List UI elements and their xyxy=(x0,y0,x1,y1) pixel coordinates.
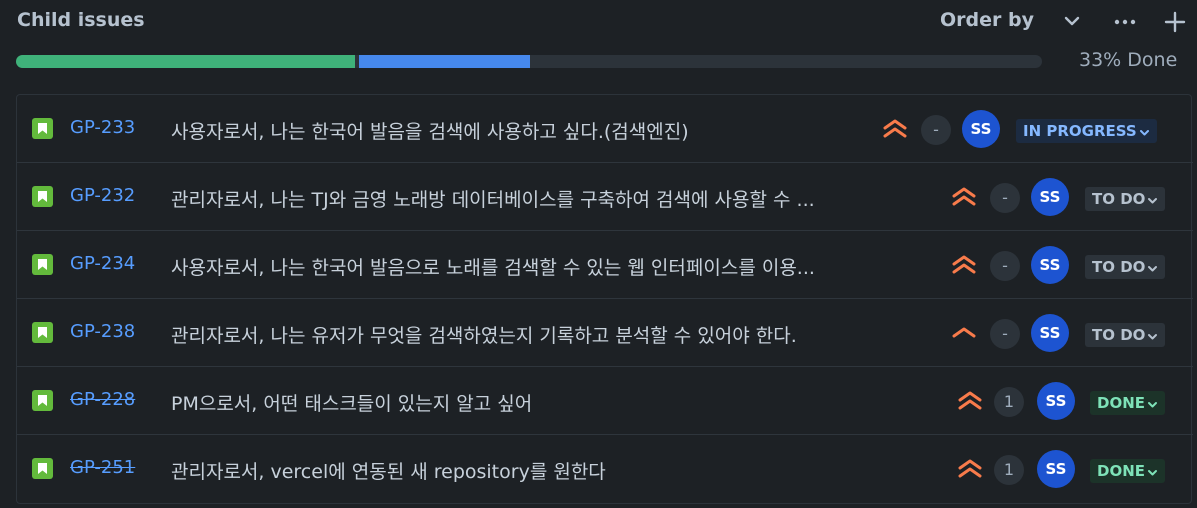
issue-summary[interactable]: PM으로서, 어떤 태스크들이 있는지 알고 싶어 xyxy=(171,389,532,416)
issue-key-link[interactable]: GP-234 xyxy=(70,253,135,274)
progress-bar xyxy=(16,55,1042,68)
story-points-badge[interactable]: 1 xyxy=(994,455,1024,485)
issue-key-link[interactable]: GP-228 xyxy=(70,389,135,410)
status-dropdown[interactable]: TO DO xyxy=(1085,187,1166,212)
issue-summary[interactable]: 사용자로서, 나는 한국어 발음으로 노래를 검색할 수 있는 웹 인터페이스를… xyxy=(171,253,815,280)
story-icon xyxy=(32,322,53,343)
chevron-down-icon xyxy=(1139,120,1150,144)
issue-summary[interactable]: 관리자로서, vercel에 연동된 새 repository를 원한다 xyxy=(171,457,606,484)
priority-high-icon xyxy=(951,252,977,276)
story-icon xyxy=(32,186,53,207)
chevron-down-icon xyxy=(1147,256,1158,280)
status-dropdown[interactable]: TO DO xyxy=(1085,323,1166,348)
issue-key-link[interactable]: GP-251 xyxy=(70,457,135,478)
status-dropdown[interactable]: TO DO xyxy=(1085,255,1166,280)
status-label: TO DO xyxy=(1092,326,1146,344)
issue-row[interactable]: GP-234 사용자로서, 나는 한국어 발음으로 노래를 검색할 수 있는 웹 … xyxy=(17,231,1193,299)
chevron-down-icon xyxy=(1147,324,1158,348)
child-issues-header: Child issues Order by xyxy=(0,0,1197,46)
assignee-avatar[interactable]: SS xyxy=(1037,382,1075,420)
status-label: IN PROGRESS xyxy=(1023,122,1137,140)
section-title: Child issues xyxy=(17,9,145,31)
priority-medium-icon xyxy=(951,320,977,344)
chevron-down-icon xyxy=(1147,392,1158,416)
progress-done-segment xyxy=(16,55,355,68)
issue-row[interactable]: GP-232 관리자로서, 나는 TJ와 금영 노래방 데이터베이스를 구축하여 … xyxy=(17,163,1193,231)
assignee-avatar[interactable]: SS xyxy=(962,110,1000,148)
assignee-avatar[interactable]: SS xyxy=(1031,178,1069,216)
issue-row[interactable]: GP-251 관리자로서, vercel에 연동된 새 repository를 원… xyxy=(17,435,1193,503)
issue-row[interactable]: GP-233 사용자로서, 나는 한국어 발음을 검색에 사용하고 싶다.(검색엔… xyxy=(17,95,1193,163)
progress-in-progress-segment xyxy=(359,55,530,68)
issue-key-link[interactable]: GP-238 xyxy=(70,321,135,342)
plus-icon[interactable] xyxy=(1164,11,1186,33)
priority-high-icon xyxy=(957,388,983,412)
status-label: DONE xyxy=(1097,394,1146,412)
issue-summary[interactable]: 관리자로서, 나는 유저가 무엇을 검색하였는지 기록하고 분석할 수 있어야 … xyxy=(171,321,797,348)
assignee-avatar[interactable]: SS xyxy=(1031,246,1069,284)
issue-summary[interactable]: 사용자로서, 나는 한국어 발음을 검색에 사용하고 싶다.(검색엔진) xyxy=(171,117,689,144)
chevron-down-icon[interactable] xyxy=(1063,15,1081,27)
story-icon xyxy=(32,118,53,139)
priority-high-icon xyxy=(882,116,908,140)
status-dropdown[interactable]: IN PROGRESS xyxy=(1016,119,1157,143)
more-icon[interactable] xyxy=(1112,14,1138,30)
story-points-badge[interactable]: 1 xyxy=(994,387,1024,417)
issue-key-link[interactable]: GP-233 xyxy=(70,117,135,138)
order-by-button[interactable]: Order by xyxy=(940,9,1034,31)
status-dropdown[interactable]: DONE xyxy=(1090,391,1166,416)
chevron-down-icon xyxy=(1147,188,1158,212)
assignee-avatar[interactable]: SS xyxy=(1031,314,1069,352)
status-label: DONE xyxy=(1097,462,1146,480)
story-icon xyxy=(32,390,53,411)
status-label: TO DO xyxy=(1092,258,1146,276)
status-label: TO DO xyxy=(1092,190,1146,208)
priority-high-icon xyxy=(951,184,977,208)
progress-percent-label: 33% Done xyxy=(1079,49,1178,71)
story-points-badge[interactable]: - xyxy=(990,251,1020,281)
priority-high-icon xyxy=(957,456,983,480)
story-icon xyxy=(32,254,53,275)
child-issues-list: GP-233 사용자로서, 나는 한국어 발음을 검색에 사용하고 싶다.(검색엔… xyxy=(16,94,1193,504)
story-points-badge[interactable]: - xyxy=(990,183,1020,213)
assignee-avatar[interactable]: SS xyxy=(1037,450,1075,488)
chevron-down-icon xyxy=(1147,460,1158,484)
issue-summary[interactable]: 관리자로서, 나는 TJ와 금영 노래방 데이터베이스를 구축하여 검색에 사용… xyxy=(171,185,815,212)
status-dropdown[interactable]: DONE xyxy=(1090,459,1166,484)
issue-row[interactable]: GP-238 관리자로서, 나는 유저가 무엇을 검색하였는지 기록하고 분석할 … xyxy=(17,299,1193,367)
issue-key-link[interactable]: GP-232 xyxy=(70,185,135,206)
story-points-badge[interactable]: - xyxy=(990,319,1020,349)
story-icon xyxy=(32,458,53,479)
issue-row[interactable]: GP-228 PM으로서, 어떤 태스크들이 있는지 알고 싶어 1 SS DONE xyxy=(17,367,1193,435)
story-points-badge[interactable]: - xyxy=(921,115,951,145)
